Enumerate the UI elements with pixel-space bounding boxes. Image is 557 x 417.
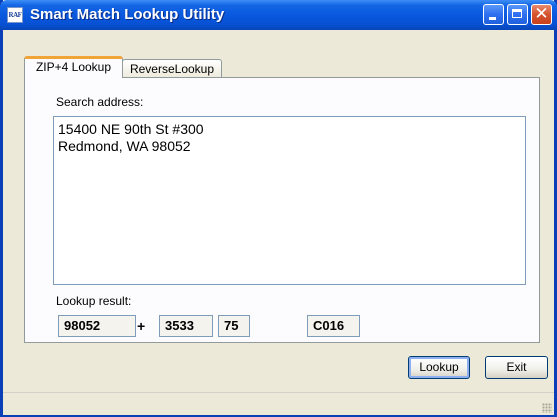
minimize-button[interactable] bbox=[483, 4, 504, 25]
minimize-icon bbox=[489, 17, 496, 20]
tab-zip4-lookup[interactable]: ZIP+4 Lookup bbox=[24, 56, 123, 78]
window-title: Smart Match Lookup Utility bbox=[30, 6, 225, 23]
exit-button[interactable]: Exit bbox=[485, 356, 548, 379]
address-line-1: 15400 NE 90th St #300 bbox=[58, 121, 204, 137]
close-icon: ✕ bbox=[534, 4, 549, 24]
maximize-button[interactable] bbox=[507, 4, 528, 25]
carrier-route-field: C016 bbox=[307, 315, 360, 337]
lookup-button[interactable]: Lookup bbox=[408, 356, 470, 379]
resize-grip-icon[interactable] bbox=[542, 403, 552, 413]
main-window: RAF Smart Match Lookup Utility ✕ ZIP+4 L… bbox=[0, 0, 557, 417]
zip4-field: 3533 bbox=[159, 315, 213, 337]
status-bar bbox=[3, 392, 554, 415]
lookup-result-label: Lookup result: bbox=[56, 294, 132, 308]
tab-panel: Search address: 15400 NE 90th St #300 Re… bbox=[24, 77, 540, 343]
search-address-label: Search address: bbox=[56, 95, 144, 109]
close-button[interactable]: ✕ bbox=[531, 4, 552, 25]
app-icon: RAF bbox=[7, 7, 23, 23]
address-line-2: Redmond, WA 98052 bbox=[58, 138, 191, 154]
delivery-point-field: 75 bbox=[218, 315, 250, 337]
tab-reverse-lookup[interactable]: ReverseLookup bbox=[122, 59, 222, 79]
zip5-field: 98052 bbox=[58, 315, 136, 337]
plus-sign: + bbox=[137, 318, 146, 334]
title-bar[interactable]: RAF Smart Match Lookup Utility ✕ bbox=[0, 0, 557, 30]
search-address-input[interactable]: 15400 NE 90th St #300 Redmond, WA 98052 bbox=[53, 116, 526, 285]
maximize-icon bbox=[512, 9, 522, 18]
